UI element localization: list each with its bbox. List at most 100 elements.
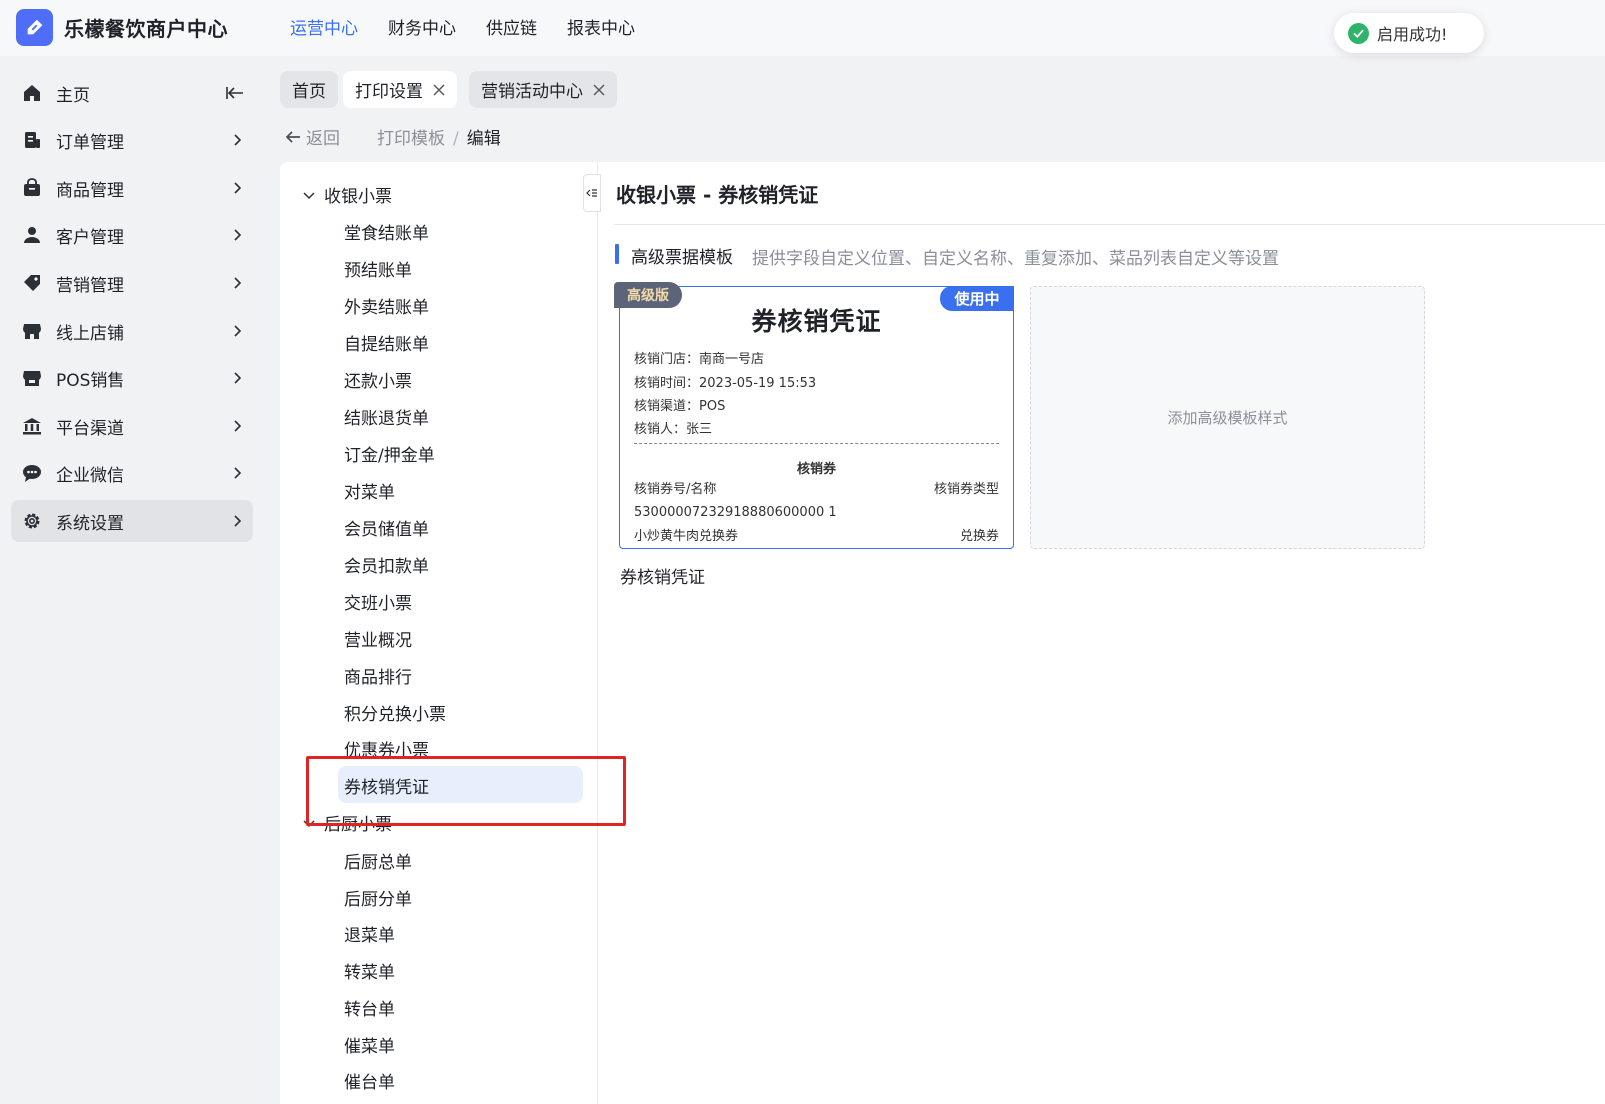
top-nav: 运营中心 财务中心 供应链 报表中心	[290, 14, 635, 39]
sidebar-item-pos-sales[interactable]: POS销售	[11, 357, 253, 399]
tree-item[interactable]: 转菜单	[344, 958, 395, 983]
topnav-finance[interactable]: 财务中心	[388, 14, 456, 39]
chevron-right-icon	[234, 182, 242, 194]
tree-item[interactable]: 会员扣款单	[344, 552, 429, 577]
brand-logo-icon[interactable]	[16, 9, 53, 46]
tree-item[interactable]: 自提结账单	[344, 330, 429, 355]
receipt-line: 核销人：张三	[634, 422, 713, 437]
topnav-operations[interactable]: 运营中心	[290, 14, 358, 39]
tree-item[interactable]: 会员储值单	[344, 515, 429, 540]
tree-item[interactable]: 堂食结账单	[344, 219, 429, 244]
tree-group-label: 后厨小票	[324, 815, 392, 835]
tree-item[interactable]: 预结账单	[344, 256, 412, 281]
tree-item[interactable]: 交班小票	[344, 589, 412, 614]
topnav-supply-chain[interactable]: 供应链	[486, 14, 537, 39]
tree-item[interactable]: 后厨分单	[344, 885, 412, 910]
topnav-reports[interactable]: 报表中心	[567, 14, 635, 39]
sidebar-item-orders[interactable]: 订单管理	[11, 119, 253, 161]
add-template-button[interactable]: 添加高级模板样式	[1030, 286, 1425, 549]
sidebar-item-label: 主页	[56, 85, 90, 106]
order-icon	[25, 132, 40, 148]
tab-marketing-center[interactable]: 营销活动中心	[469, 71, 617, 108]
sidebar-item-system-settings[interactable]: 系统设置	[11, 500, 253, 542]
check-circle-icon	[1348, 22, 1369, 44]
sidebar-item-label: 企业微信	[56, 465, 124, 486]
tree-item[interactable]: 营业概况	[344, 626, 412, 651]
bag-icon	[24, 178, 40, 196]
add-template-label: 添加高级模板样式	[1167, 409, 1288, 427]
back-button[interactable]: 返回	[284, 124, 340, 149]
receipt-coupon-type: 兑换券	[959, 529, 999, 544]
sidebar-item-wecom[interactable]: 企业微信	[11, 452, 253, 494]
receipt-line: 核销门店：南商一号店	[634, 352, 765, 367]
chevron-right-icon	[234, 325, 242, 337]
tag-icon	[24, 275, 40, 291]
tree-item[interactable]: 积分兑换小票	[344, 700, 446, 725]
close-icon[interactable]	[433, 84, 445, 96]
chevron-right-icon	[234, 420, 242, 432]
collapse-tree-button[interactable]	[583, 174, 601, 212]
section-title: 高级票据模板	[631, 248, 733, 268]
tree-item[interactable]: 对菜单	[344, 478, 395, 503]
receipt-coupon-no: 53000007232918880600000 1	[634, 505, 837, 520]
tree-group-cashier[interactable]: 收银小票	[302, 182, 392, 207]
chevron-down-icon	[303, 191, 315, 199]
tree-item[interactable]: 后厨总单	[344, 848, 412, 873]
page-title: 收银小票 - 券核销凭证	[616, 183, 819, 207]
sidebar-item-customers[interactable]: 客户管理	[11, 214, 253, 256]
tab-label: 营销活动中心	[481, 82, 583, 102]
receipt-coupon-name: 小炒黄牛肉兑换券	[634, 529, 739, 544]
close-icon[interactable]	[593, 84, 605, 96]
breadcrumb: 打印模板 / 编辑	[377, 124, 501, 149]
breadcrumb-separator: /	[453, 129, 459, 149]
template-caption: 券核销凭证	[620, 568, 705, 588]
sidebar-item-label: 系统设置	[56, 513, 124, 534]
tree-item[interactable]: 优惠券小票	[344, 736, 429, 761]
sidebar-item-label: 订单管理	[56, 132, 124, 153]
sidebar-item-label: 客户管理	[56, 227, 124, 248]
back-label: 返回	[306, 129, 340, 149]
receipt-dashed-divider	[634, 443, 999, 444]
receipt-line: 核销时间：2023-05-19 15:53	[634, 376, 817, 391]
receipt-line: 核销渠道：POS	[634, 399, 726, 414]
sidebar-item-label: 平台渠道	[56, 418, 124, 439]
tree-item[interactable]: 转台单	[344, 995, 395, 1020]
chevron-down-icon	[303, 819, 315, 827]
receipt-col-left: 核销券号/名称	[634, 482, 717, 497]
breadcrumb-parent[interactable]: 打印模板	[377, 129, 445, 149]
collapse-sidebar-icon[interactable]	[225, 83, 245, 103]
section-accent-bar	[615, 244, 619, 264]
tree-item[interactable]: 退菜单	[344, 921, 395, 946]
tree-group-kitchen[interactable]: 后厨小票	[302, 810, 392, 835]
user-icon	[24, 227, 40, 243]
receipt-col-right: 核销券类型	[933, 482, 999, 497]
store-icon	[23, 324, 41, 339]
divider	[614, 224, 1605, 225]
sidebar-item-online-store[interactable]: 线上店铺	[11, 310, 253, 352]
collapse-left-icon	[586, 189, 597, 197]
tab-print-settings[interactable]: 打印设置	[343, 71, 457, 108]
sidebar-item-home[interactable]: 主页	[11, 72, 253, 114]
sidebar-item-marketing[interactable]: 营销管理	[11, 262, 253, 304]
chevron-right-icon	[234, 467, 242, 479]
home-icon	[24, 85, 40, 101]
chevron-right-icon	[234, 277, 242, 289]
sidebar-item-label: 商品管理	[56, 180, 124, 201]
pos-icon	[23, 371, 41, 386]
tree-item-selected[interactable]: 券核销凭证	[344, 773, 429, 798]
tree-item[interactable]: 还款小票	[344, 367, 412, 392]
tree-item[interactable]: 催台单	[344, 1068, 395, 1093]
tree-item[interactable]: 结账退货单	[344, 404, 429, 429]
tree-item[interactable]: 外卖结账单	[344, 293, 429, 318]
tab-label: 打印设置	[355, 82, 423, 102]
bank-icon	[23, 418, 41, 435]
chevron-right-icon	[234, 229, 242, 241]
sidebar-item-products[interactable]: 商品管理	[11, 167, 253, 209]
sidebar-item-platform-channels[interactable]: 平台渠道	[11, 405, 253, 447]
toast-message: 启用成功!	[1377, 25, 1448, 44]
tree-item[interactable]: 催菜单	[344, 1032, 395, 1057]
tree-item[interactable]: 订金/押金单	[344, 441, 435, 466]
tab-home[interactable]: 首页	[280, 71, 338, 108]
breadcrumb-current: 编辑	[466, 129, 501, 149]
tree-item[interactable]: 商品排行	[344, 663, 412, 688]
